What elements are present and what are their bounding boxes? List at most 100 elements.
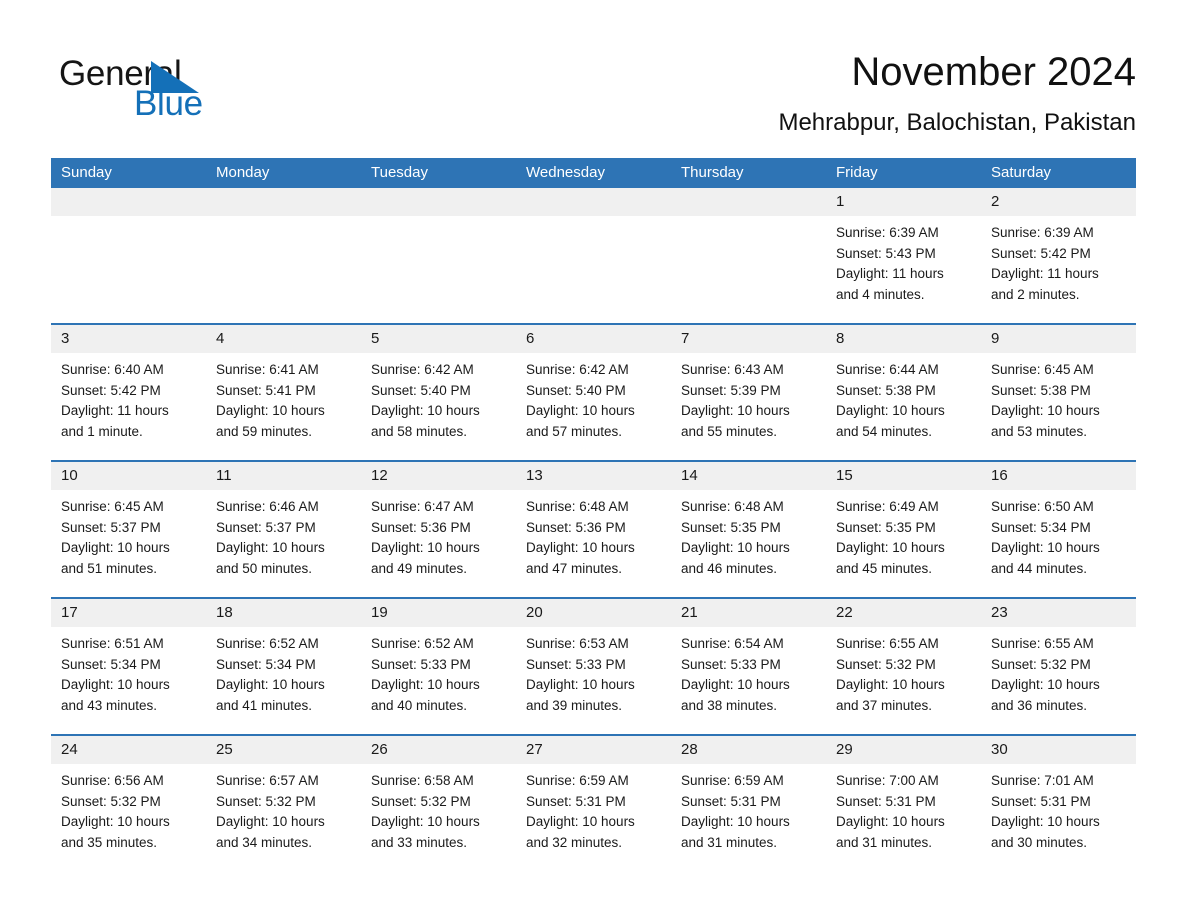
weekday-header-wednesday: Wednesday <box>516 158 671 188</box>
sunrise-text: Sunrise: 6:50 AM <box>991 499 1094 514</box>
daylight-text: Daylight: 10 hours <box>836 540 945 555</box>
calendar-day-cell[interactable]: 28 Sunrise: 6:59 AM Sunset: 5:31 PM Dayligh… <box>671 734 826 871</box>
sunrise-text: Sunrise: 7:01 AM <box>991 773 1094 788</box>
calendar-day-cell[interactable]: 15 Sunrise: 6:49 AM Sunset: 5:35 PM Dayligh… <box>826 460 981 598</box>
daylight-text-cont: and 1 minute. <box>61 423 143 439</box>
calendar-day-cell[interactable]: 12 Sunrise: 6:47 AM Sunset: 5:36 PM Dayligh… <box>361 460 516 598</box>
daylight-text-cont: and 32 minutes. <box>526 834 623 850</box>
calendar-week-row: 24 Sunrise: 6:56 AM Sunset: 5:32 PM Dayligh… <box>51 734 1136 871</box>
calendar-day-cell[interactable]: 14 Sunrise: 6:48 AM Sunset: 5:35 PM Dayligh… <box>671 460 826 598</box>
calendar-day-cell[interactable]: 24 Sunrise: 6:56 AM Sunset: 5:32 PM Dayligh… <box>51 734 206 871</box>
sunset-text: Sunset: 5:35 PM <box>836 519 936 535</box>
sunset-text: Sunset: 5:32 PM <box>371 793 471 809</box>
calendar-week-row: 3 Sunrise: 6:40 AM Sunset: 5:42 PM Daylight… <box>51 323 1136 461</box>
daylight-text: Daylight: 10 hours <box>526 403 635 418</box>
calendar-day-cell[interactable]: 6 Sunrise: 6:42 AM Sunset: 5:40 PM Daylight… <box>516 323 671 461</box>
sunset-text: Sunset: 5:35 PM <box>681 519 781 535</box>
calendar-day-cell[interactable]: 1 Sunrise: 6:39 AM Sunset: 5:43 PM Daylight… <box>826 188 981 324</box>
daylight-text: Daylight: 10 hours <box>61 814 170 829</box>
day-details: Sunrise: 6:48 AM Sunset: 5:35 PM Daylight:… <box>671 490 826 579</box>
page-title: November 2024 <box>851 50 1136 94</box>
day-details: Sunrise: 6:58 AM Sunset: 5:32 PM Daylight:… <box>361 764 516 853</box>
calendar-day-cell[interactable]: 10 Sunrise: 6:45 AM Sunset: 5:37 PM Dayligh… <box>51 460 206 598</box>
weekday-header-sunday: Sunday <box>51 158 206 188</box>
calendar-cell-empty <box>51 188 206 324</box>
page-header: General Blue November 2024 Mehrabpur, Ba… <box>0 0 1188 145</box>
daylight-text: Daylight: 10 hours <box>991 540 1100 555</box>
day-details: Sunrise: 6:43 AM Sunset: 5:39 PM Daylight:… <box>671 353 826 442</box>
daylight-text: Daylight: 10 hours <box>371 403 480 418</box>
calendar-day-cell[interactable]: 30 Sunrise: 7:01 AM Sunset: 5:31 PM Dayligh… <box>981 734 1136 871</box>
day-number: 25 <box>206 736 361 764</box>
sunrise-text: Sunrise: 6:47 AM <box>371 499 474 514</box>
day-number <box>206 188 361 216</box>
day-details: Sunrise: 6:50 AM Sunset: 5:34 PM Daylight:… <box>981 490 1136 579</box>
day-number: 14 <box>671 462 826 490</box>
daylight-text: Daylight: 11 hours <box>836 266 944 281</box>
calendar-day-cell[interactable]: 9 Sunrise: 6:45 AM Sunset: 5:38 PM Daylight… <box>981 323 1136 461</box>
daylight-text-cont: and 34 minutes. <box>216 834 313 850</box>
generalblue-logo[interactable]: General Blue <box>59 55 319 125</box>
day-number: 22 <box>826 599 981 627</box>
day-details <box>361 216 516 223</box>
calendar-cell-empty <box>206 188 361 324</box>
calendar-day-cell[interactable]: 4 Sunrise: 6:41 AM Sunset: 5:41 PM Daylight… <box>206 323 361 461</box>
calendar-day-cell[interactable]: 11 Sunrise: 6:46 AM Sunset: 5:37 PM Dayligh… <box>206 460 361 598</box>
calendar-day-cell[interactable]: 8 Sunrise: 6:44 AM Sunset: 5:38 PM Daylight… <box>826 323 981 461</box>
calendar-day-cell[interactable]: 18 Sunrise: 6:52 AM Sunset: 5:34 PM Dayligh… <box>206 597 361 735</box>
sunset-text: Sunset: 5:33 PM <box>681 656 781 672</box>
daylight-text-cont: and 41 minutes. <box>216 697 313 713</box>
calendar-day-cell[interactable]: 25 Sunrise: 6:57 AM Sunset: 5:32 PM Dayligh… <box>206 734 361 871</box>
calendar-day-cell[interactable]: 17 Sunrise: 6:51 AM Sunset: 5:34 PM Dayligh… <box>51 597 206 735</box>
calendar-day-cell[interactable]: 3 Sunrise: 6:40 AM Sunset: 5:42 PM Daylight… <box>51 323 206 461</box>
calendar-day-cell[interactable]: 13 Sunrise: 6:48 AM Sunset: 5:36 PM Dayligh… <box>516 460 671 598</box>
calendar-day-cell[interactable]: 20 Sunrise: 6:53 AM Sunset: 5:33 PM Dayligh… <box>516 597 671 735</box>
calendar-day-cell[interactable]: 26 Sunrise: 6:58 AM Sunset: 5:32 PM Dayligh… <box>361 734 516 871</box>
sunset-text: Sunset: 5:31 PM <box>991 793 1091 809</box>
calendar-day-cell[interactable]: 5 Sunrise: 6:42 AM Sunset: 5:40 PM Daylight… <box>361 323 516 461</box>
daylight-text: Daylight: 10 hours <box>681 403 790 418</box>
calendar-day-cell[interactable]: 22 Sunrise: 6:55 AM Sunset: 5:32 PM Dayligh… <box>826 597 981 735</box>
day-details: Sunrise: 6:59 AM Sunset: 5:31 PM Daylight:… <box>516 764 671 853</box>
calendar-week-row: 10 Sunrise: 6:45 AM Sunset: 5:37 PM Dayligh… <box>51 460 1136 598</box>
daylight-text: Daylight: 10 hours <box>371 540 480 555</box>
calendar-day-cell[interactable]: 19 Sunrise: 6:52 AM Sunset: 5:33 PM Dayligh… <box>361 597 516 735</box>
calendar-day-cell[interactable]: 27 Sunrise: 6:59 AM Sunset: 5:31 PM Dayligh… <box>516 734 671 871</box>
day-details: Sunrise: 6:56 AM Sunset: 5:32 PM Daylight:… <box>51 764 206 853</box>
daylight-text: Daylight: 10 hours <box>61 677 170 692</box>
sunset-text: Sunset: 5:34 PM <box>991 519 1091 535</box>
sunrise-text: Sunrise: 6:45 AM <box>991 362 1094 377</box>
day-number: 18 <box>206 599 361 627</box>
day-number: 2 <box>981 188 1136 216</box>
daylight-text-cont: and 2 minutes. <box>991 286 1080 302</box>
day-details: Sunrise: 6:55 AM Sunset: 5:32 PM Daylight:… <box>981 627 1136 716</box>
calendar-week-row: 17 Sunrise: 6:51 AM Sunset: 5:34 PM Dayligh… <box>51 597 1136 735</box>
calendar-header-row: Sunday Monday Tuesday Wednesday Thursday Frid… <box>51 158 1136 188</box>
calendar-cell-empty <box>361 188 516 324</box>
calendar-day-cell[interactable]: 16 Sunrise: 6:50 AM Sunset: 5:34 PM Dayligh… <box>981 460 1136 598</box>
day-number: 17 <box>51 599 206 627</box>
sunset-text: Sunset: 5:33 PM <box>371 656 471 672</box>
sunset-text: Sunset: 5:40 PM <box>526 382 626 398</box>
calendar-day-cell[interactable]: 29 Sunrise: 7:00 AM Sunset: 5:31 PM Dayligh… <box>826 734 981 871</box>
calendar-day-cell[interactable]: 2 Sunrise: 6:39 AM Sunset: 5:42 PM Daylight… <box>981 188 1136 324</box>
day-number: 27 <box>516 736 671 764</box>
day-number <box>361 188 516 216</box>
day-details: Sunrise: 6:45 AM Sunset: 5:37 PM Daylight:… <box>51 490 206 579</box>
sunset-text: Sunset: 5:36 PM <box>526 519 626 535</box>
day-number: 23 <box>981 599 1136 627</box>
sunrise-text: Sunrise: 6:48 AM <box>681 499 784 514</box>
calendar-day-cell[interactable]: 7 Sunrise: 6:43 AM Sunset: 5:39 PM Daylight… <box>671 323 826 461</box>
daylight-text-cont: and 46 minutes. <box>681 560 778 576</box>
calendar-day-cell[interactable]: 21 Sunrise: 6:54 AM Sunset: 5:33 PM Dayligh… <box>671 597 826 735</box>
sunset-text: Sunset: 5:37 PM <box>216 519 316 535</box>
sunset-text: Sunset: 5:40 PM <box>371 382 471 398</box>
day-details: Sunrise: 6:42 AM Sunset: 5:40 PM Daylight:… <box>516 353 671 442</box>
day-details: Sunrise: 7:01 AM Sunset: 5:31 PM Daylight:… <box>981 764 1136 853</box>
day-details: Sunrise: 6:54 AM Sunset: 5:33 PM Daylight:… <box>671 627 826 716</box>
day-number: 21 <box>671 599 826 627</box>
day-number: 4 <box>206 325 361 353</box>
calendar-day-cell[interactable]: 23 Sunrise: 6:55 AM Sunset: 5:32 PM Dayligh… <box>981 597 1136 735</box>
sunrise-text: Sunrise: 6:42 AM <box>371 362 474 377</box>
daylight-text: Daylight: 10 hours <box>836 403 945 418</box>
